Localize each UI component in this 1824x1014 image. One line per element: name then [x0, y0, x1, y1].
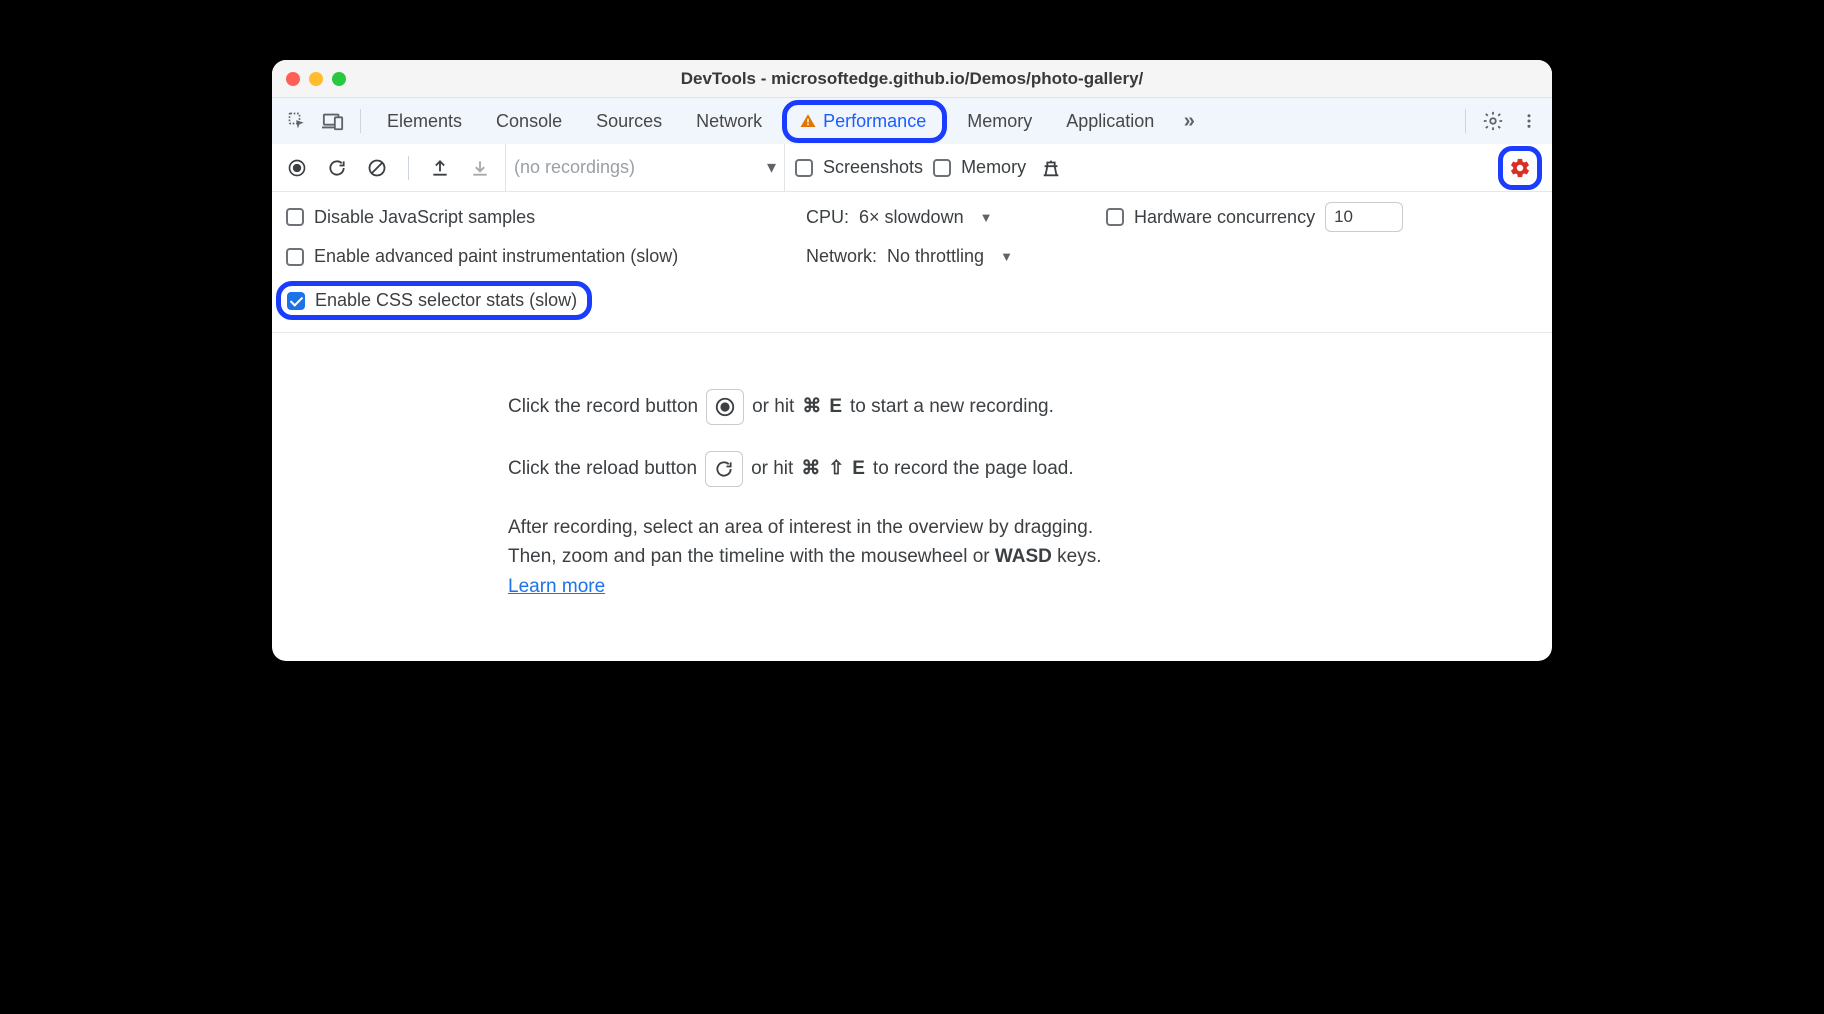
hardware-concurrency-input[interactable]	[1325, 202, 1403, 232]
record-button[interactable]	[282, 153, 312, 183]
zoom-window[interactable]	[332, 72, 346, 86]
cpu-throttle-select[interactable]: CPU: 6× slowdown ▼	[806, 207, 1106, 228]
inspect-icon[interactable]	[282, 106, 312, 136]
capture-settings-highlight	[1498, 146, 1542, 190]
collect-garbage-icon[interactable]	[1036, 153, 1066, 183]
capture-settings-panel: Disable JavaScript samples CPU: 6× slowd…	[272, 192, 1552, 333]
kebab-menu-icon[interactable]	[1514, 106, 1544, 136]
css-selector-stats-highlight: Enable CSS selector stats (slow)	[276, 281, 592, 320]
empty-state-content: Click the record button or hit ⌘ E to st…	[272, 333, 1552, 661]
titlebar: DevTools - microsoftedge.github.io/Demos…	[272, 60, 1552, 98]
checkbox-icon[interactable]	[795, 159, 813, 177]
performance-toolbar: (no recordings) ▾ Screenshots Memory	[272, 144, 1552, 192]
checkbox-icon[interactable]	[286, 248, 304, 266]
minimize-window[interactable]	[309, 72, 323, 86]
memory-option[interactable]: Memory	[933, 157, 1026, 178]
tab-performance-highlight: Performance	[782, 100, 947, 143]
clear-button[interactable]	[362, 153, 392, 183]
tab-network[interactable]: Network	[682, 105, 776, 138]
reload-button[interactable]	[322, 153, 352, 183]
disable-js-option[interactable]: Disable JavaScript samples	[286, 207, 806, 228]
download-icon[interactable]	[465, 153, 495, 183]
checkbox-icon[interactable]	[286, 208, 304, 226]
divider	[360, 109, 361, 133]
tab-elements[interactable]: Elements	[373, 105, 476, 138]
paint-instrumentation-option[interactable]: Enable advanced paint instrumentation (s…	[286, 246, 806, 267]
more-tabs-icon[interactable]: »	[1174, 106, 1204, 136]
warning-icon	[799, 112, 817, 130]
checkbox-icon[interactable]	[1106, 208, 1124, 226]
close-window[interactable]	[286, 72, 300, 86]
checkbox-checked-icon[interactable]	[287, 292, 305, 310]
device-toolbar-icon[interactable]	[318, 106, 348, 136]
capture-settings-icon[interactable]	[1505, 153, 1535, 183]
tab-performance[interactable]: Performance	[793, 107, 932, 136]
chevron-down-icon: ▼	[1000, 249, 1013, 264]
tab-application[interactable]: Application	[1052, 105, 1168, 138]
tab-console[interactable]: Console	[482, 105, 576, 138]
traffic-lights	[286, 72, 346, 86]
css-selector-stats-label: Enable CSS selector stats (slow)	[315, 290, 577, 311]
checkbox-icon[interactable]	[933, 159, 951, 177]
learn-more-link[interactable]: Learn more	[508, 576, 605, 597]
upload-icon[interactable]	[425, 153, 455, 183]
tab-memory[interactable]: Memory	[953, 105, 1046, 138]
window-title: DevTools - microsoftedge.github.io/Demos…	[272, 69, 1552, 89]
tab-sources[interactable]: Sources	[582, 105, 676, 138]
divider	[1465, 109, 1466, 133]
tabbar: Elements Console Sources Network Perform…	[272, 98, 1552, 144]
network-throttle-select[interactable]: Network: No throttling ▼	[806, 246, 1106, 267]
hardware-concurrency-option[interactable]: Hardware concurrency	[1106, 202, 1538, 232]
recordings-select[interactable]: (no recordings) ▾	[505, 144, 785, 191]
reload-button-inline[interactable]	[705, 451, 743, 487]
chevron-down-icon: ▼	[980, 210, 993, 225]
record-button-inline[interactable]	[706, 389, 744, 425]
divider	[408, 156, 409, 180]
devtools-window: DevTools - microsoftedge.github.io/Demos…	[272, 60, 1552, 661]
settings-icon[interactable]	[1478, 106, 1508, 136]
screenshots-option[interactable]: Screenshots	[795, 157, 923, 178]
